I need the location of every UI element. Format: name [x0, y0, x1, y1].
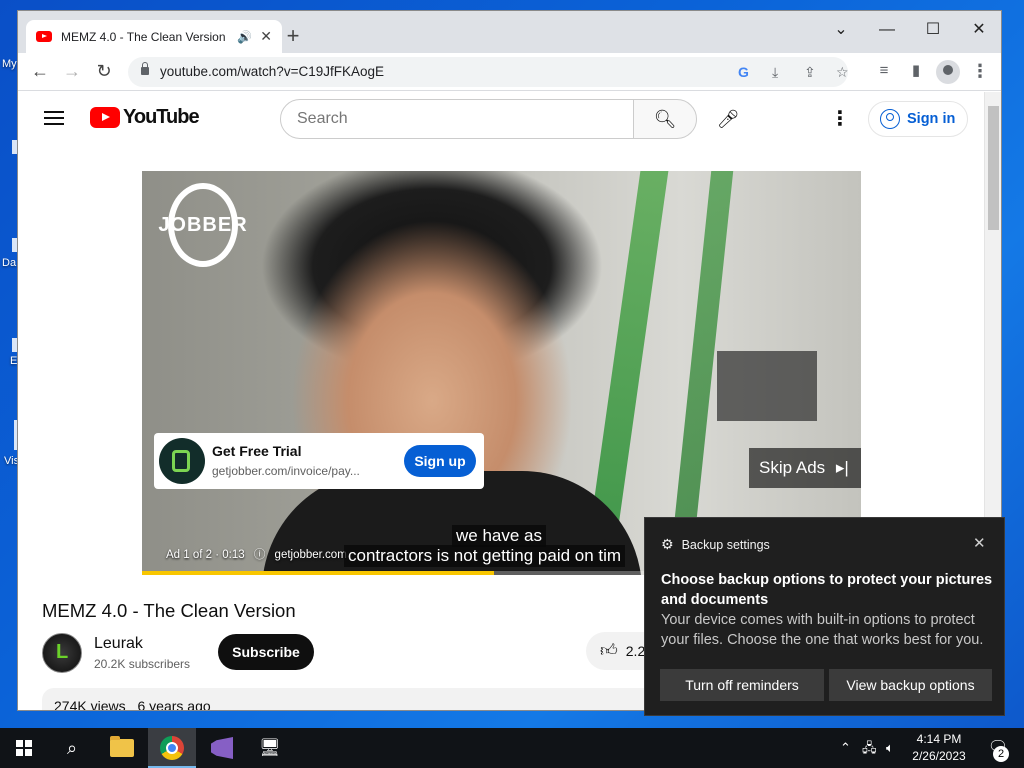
tab-strip: MEMZ 4.0 - The Clean Version 🔊 ✕ + ⌄ — ☐… — [18, 11, 1001, 53]
notification-count-badge: 2 — [993, 746, 1009, 762]
chevron-up-icon[interactable]: ⌃ — [840, 728, 851, 768]
browser-menu-icon[interactable]: ⋮ — [966, 57, 994, 85]
skip-next-icon: ▸| — [835, 458, 849, 477]
search-icon: 🔍︎ — [653, 109, 677, 129]
new-tab-button[interactable]: + — [279, 23, 307, 51]
chrome-taskbar-button[interactable] — [148, 728, 196, 768]
view-count: 274K views — [54, 698, 126, 711]
sign-in-button[interactable]: Sign in — [868, 101, 968, 137]
search-icon[interactable]: ⌕ — [48, 728, 96, 768]
close-icon[interactable]: ✕ — [973, 534, 986, 552]
hamburger-menu-icon[interactable] — [44, 111, 64, 125]
youtube-logo-text: YouTube — [123, 106, 200, 128]
youtube-favicon-icon — [36, 31, 52, 42]
forward-arrow-icon[interactable]: → — [58, 57, 86, 85]
jobber-logo: JOBBER — [154, 183, 252, 267]
media-control-icon[interactable]: ≡ — [870, 57, 898, 85]
close-tab-icon[interactable]: ✕ — [260, 28, 272, 45]
maximize-button[interactable]: ☐ — [910, 15, 956, 45]
subscribe-button[interactable]: Subscribe — [218, 634, 314, 670]
desktop-label-da: Da — [2, 257, 17, 269]
turn-off-reminders-button[interactable]: Turn off reminders — [660, 669, 824, 701]
notification-header: ⚙ Backup settings — [661, 536, 770, 553]
youtube-play-logo-icon — [90, 107, 120, 128]
google-lens-icon[interactable]: G — [738, 57, 749, 87]
info-icon[interactable]: ⓘ — [254, 549, 266, 561]
sign-in-label: Sign in — [907, 111, 956, 127]
clock-date: 2/26/2023 — [912, 749, 966, 763]
advertiser-logo-icon — [159, 438, 205, 484]
backup-notification: ⚙ Backup settings ✕ Choose backup option… — [644, 517, 1005, 716]
notification-body: Your device comes with built-in options … — [661, 612, 984, 648]
view-backup-options-button[interactable]: View backup options — [829, 669, 992, 701]
microphone-icon[interactable]: 🎤︎ — [708, 99, 748, 139]
url-text: youtube.com/watch?v=C19JfFKAogE — [160, 64, 384, 79]
browser-toolbar: ← → ↻ youtube.com/watch?v=C19JfFKAogE G … — [18, 53, 1001, 91]
ad-counter: Ad 1 of 2 · 0:13 — [166, 549, 245, 561]
volume-icon[interactable]: 🔈︎ — [886, 728, 894, 768]
windows-logo-icon — [16, 740, 32, 756]
gear-icon: ⚙ — [661, 536, 674, 552]
thumbs-up-icon: 👍︎ — [600, 641, 618, 660]
folder-icon — [110, 736, 134, 757]
channel-avatar[interactable] — [42, 633, 82, 673]
desktop-label-my: My — [2, 58, 17, 70]
install-app-icon[interactable]: ⤓ — [772, 57, 778, 87]
start-button[interactable] — [0, 728, 48, 768]
search-input[interactable]: Search — [280, 99, 634, 139]
lock-icon — [141, 62, 149, 75]
clock-time: 4:14 PM — [916, 732, 962, 746]
tab-youtube[interactable]: MEMZ 4.0 - The Clean Version 🔊 ✕ — [26, 20, 282, 53]
close-window-button[interactable]: ✕ — [956, 15, 1001, 45]
ad-info: Ad 1 of 2 · 0:13 ⓘ getjobber.com — [166, 546, 347, 562]
scrollbar-thumb[interactable] — [988, 106, 999, 230]
like-count: 2.2 — [625, 643, 646, 659]
more-options-icon[interactable]: ⋮ — [826, 104, 854, 134]
caption-line: contractors is not getting paid on tim — [344, 545, 626, 567]
notification-center-button[interactable]: 🗨︎ 2 — [978, 728, 1018, 768]
ad-domain[interactable]: getjobber.com — [275, 549, 347, 561]
channel-subscribers: 20.2K subscribers — [94, 657, 191, 671]
notification-title: Choose backup options to protect your pi… — [661, 572, 993, 608]
profile-avatar-icon[interactable] — [936, 60, 960, 84]
ad-url: getjobber.com/invoice/pay... — [212, 464, 360, 478]
network-icon[interactable]: 🖧︎ — [862, 728, 877, 768]
ad-title: Get Free Trial — [212, 443, 302, 459]
taskbar: ⌕ 🖥︎ ⌃ 🖧︎ 🔈︎ 4:14 PM 2/26/2023 🗨︎ 2 — [0, 728, 1024, 768]
settings-app-button[interactable]: 🖥︎ — [246, 728, 294, 768]
visual-studio-button[interactable] — [198, 728, 246, 768]
upload-age: 6 years ago — [137, 698, 211, 711]
jobber-logo-text: JOBBER — [158, 214, 248, 236]
video-background-window — [717, 351, 817, 421]
file-explorer-button[interactable] — [98, 728, 146, 768]
ad-overlay-card[interactable]: Get Free Trial getjobber.com/invoice/pay… — [154, 433, 484, 489]
notification-app-name: Backup settings — [681, 537, 770, 552]
video-player[interactable]: JOBBER Get Free Trial getjobber.com/invo… — [142, 171, 861, 575]
reload-icon[interactable]: ↻ — [90, 57, 118, 85]
search-button[interactable]: 🔍︎ — [633, 99, 697, 139]
video-title: MEMZ 4.0 - The Clean Version — [42, 600, 296, 621]
visual-studio-icon — [211, 737, 233, 759]
skip-ads-label: Skip Ads — [759, 458, 826, 477]
address-bar[interactable]: youtube.com/watch?v=C19JfFKAogE G ⤓ ⇪ ☆ — [128, 57, 849, 87]
minimize-button[interactable]: — — [864, 15, 910, 45]
tab-title: MEMZ 4.0 - The Clean Version — [61, 29, 226, 44]
ad-signup-button[interactable]: Sign up — [404, 445, 476, 477]
bookmark-star-icon[interactable]: ☆ — [836, 57, 849, 87]
system-clock[interactable]: 4:14 PM 2/26/2023 — [908, 731, 970, 765]
back-arrow-icon[interactable]: ← — [26, 57, 54, 85]
caption-line: we have as — [452, 525, 546, 547]
account-icon — [880, 109, 900, 129]
chrome-icon — [160, 736, 184, 760]
skip-ads-button[interactable]: Skip Ads ▸| — [749, 448, 861, 488]
youtube-logo[interactable]: YouTube — [90, 106, 200, 129]
side-panel-icon[interactable]: ▮ — [902, 57, 930, 85]
share-icon[interactable]: ⇪ — [804, 57, 816, 87]
speaker-icon[interactable]: 🔊 — [237, 30, 252, 44]
channel-name[interactable]: Leurak — [94, 635, 143, 653]
tab-search-chevron-icon[interactable]: ⌄ — [818, 15, 864, 45]
ad-progress-fill — [142, 571, 495, 575]
